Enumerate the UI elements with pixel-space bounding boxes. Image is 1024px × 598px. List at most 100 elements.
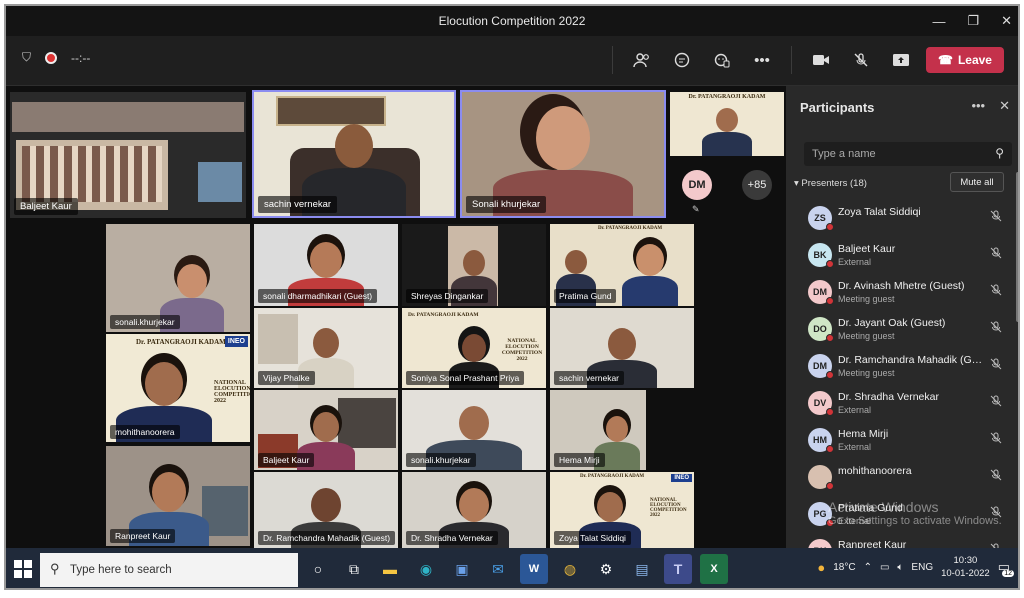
file-explorer-icon[interactable]: ▬ — [376, 554, 404, 584]
banner-title: Dr. PATANGRAOJI KADAM — [597, 226, 663, 231]
avatar-initials: DO — [813, 324, 827, 334]
leave-button[interactable]: ☎ Leave — [926, 47, 1004, 73]
mic-muted-icon[interactable] — [990, 395, 1002, 410]
chevron-up-icon[interactable]: ⌃ — [864, 562, 872, 573]
windows-start-icon[interactable] — [14, 560, 32, 578]
divider — [612, 46, 613, 74]
mic-muted-icon[interactable] — [990, 358, 1002, 373]
video-tile[interactable]: sonali.khurjekar — [106, 224, 250, 332]
mail-icon[interactable]: ✉ — [484, 554, 512, 584]
notifications-icon[interactable]: ▭ 12 — [998, 559, 1014, 577]
participant-row[interactable]: ZS Zoya Talat Siddiqi — [786, 200, 1018, 237]
video-tile[interactable]: Dr. Shradha Vernekar — [402, 472, 546, 548]
banner-title: Dr. PATANGRAOJI KADAM — [136, 338, 226, 346]
taskbar-search-input[interactable]: ⚲ Type here to search — [40, 553, 298, 587]
video-tile[interactable]: Dr. PATANGRAOJI KADAM NATIONAL ELOCUTION… — [402, 308, 546, 388]
overflow-count[interactable]: +85 — [742, 170, 772, 200]
mic-muted-icon[interactable] — [990, 284, 1002, 299]
tile-name: Shreyas Dingankar — [406, 289, 489, 303]
video-tile[interactable]: Dr. PATANGRAOJI KADAM Pratima Gund — [550, 224, 694, 306]
close-window-icon[interactable]: ✕ — [1001, 13, 1012, 29]
mute-all-button[interactable]: Mute all — [950, 172, 1004, 192]
video-tile[interactable]: Ranpreet Kaur — [106, 446, 250, 546]
banner-small-title: Dr. PATANGRAOJI KADAM — [688, 94, 766, 100]
video-tile-screen-share[interactable]: Baljeet Kaur — [10, 92, 246, 218]
mic-muted-icon[interactable] — [990, 432, 1002, 447]
camera-icon[interactable] — [806, 45, 836, 75]
video-tile[interactable]: Vijay Phalke — [254, 308, 398, 388]
video-tile-banner-small[interactable]: Dr. PATANGRAOJI KADAM — [670, 92, 784, 156]
participant-role: External — [838, 405, 872, 415]
minimize-icon[interactable]: — — [932, 14, 945, 29]
cortana-icon[interactable]: ○ — [304, 554, 332, 584]
video-tile[interactable]: sonali dharmadhikari (Guest) — [254, 224, 398, 306]
participant-search-input[interactable]: Type a name ⚲ — [804, 142, 1012, 166]
weather-icon: ● — [817, 559, 826, 575]
excel-icon[interactable]: X — [700, 554, 728, 584]
mic-muted-icon[interactable] — [990, 469, 1002, 484]
participant-row[interactable]: HM Hema Mirji External — [786, 422, 1018, 459]
video-tile[interactable]: Dr. PATANGRAOJI KADAM INEO NATIONAL ELOC… — [106, 334, 250, 442]
video-tile[interactable]: Shreyas Dingankar — [402, 224, 546, 306]
overflow-avatar[interactable]: DM — [682, 170, 712, 200]
mic-muted-icon[interactable] — [990, 247, 1002, 262]
participant-name: mohithanoorera — [838, 465, 912, 477]
word-icon[interactable]: W — [520, 554, 548, 584]
presenters-label: Presenters (18) — [801, 178, 867, 189]
video-tile[interactable]: Dr. PATANGRAOJI KADAM INEO NATIONAL ELOC… — [550, 472, 694, 548]
temperature[interactable]: 18°C — [833, 562, 855, 573]
participant-name: Dr. Jayant Oak (Guest) — [838, 317, 946, 329]
taskbar-clock[interactable]: 10:30 10-01-2022 — [941, 554, 990, 580]
more-options-icon[interactable]: ••• — [971, 98, 985, 114]
mic-muted-icon[interactable] — [990, 321, 1002, 336]
leave-label: Leave — [957, 53, 992, 67]
teams-icon[interactable]: T — [664, 554, 692, 584]
task-view-icon[interactable]: ⧉ — [340, 554, 368, 584]
reactions-icon[interactable] — [707, 45, 737, 75]
participant-row[interactable]: DV Dr. Shradha Vernekar External — [786, 385, 1018, 422]
participant-row[interactable]: DM Dr. Ramchandra Mahadik (Gu... Meeting g… — [786, 348, 1018, 385]
remote-desktop-icon[interactable]: ▤ — [628, 554, 656, 584]
chat-icon[interactable] — [667, 45, 697, 75]
network-icon[interactable]: ▭ — [880, 562, 889, 573]
participant-row[interactable]: BK Baljeet Kaur External — [786, 237, 1018, 274]
avatar-initials: DM — [813, 361, 827, 371]
volume-icon[interactable]: 🔈︎ — [897, 562, 903, 573]
video-tile[interactable]: sachin vernekar — [550, 308, 694, 388]
participant-row[interactable]: DO Dr. Jayant Oak (Guest) Meeting guest — [786, 311, 1018, 348]
more-options-icon[interactable]: ••• — [747, 45, 777, 75]
participant-row[interactable]: DM Dr. Avinash Mhetre (Guest) Meeting gues… — [786, 274, 1018, 311]
presenters-group-toggle[interactable]: ▾ Presenters (18) — [794, 178, 867, 189]
video-tile[interactable]: Dr. Ramchandra Mahadik (Guest) — [254, 472, 398, 548]
participant-role: Meeting guest — [838, 294, 895, 304]
tile-name: Baljeet Kaur — [14, 198, 78, 215]
participant-row[interactable]: RK Ranpreet Kaur — [786, 533, 1018, 548]
video-tile[interactable]: sonali.khurjekar — [402, 390, 546, 470]
video-tile[interactable]: Hema Mirji — [550, 390, 646, 470]
video-tile-speaker-2[interactable]: Sonali khurjekar — [460, 90, 666, 218]
edge-icon[interactable]: ◉ — [412, 554, 440, 584]
share-screen-icon[interactable] — [886, 45, 916, 75]
windows-taskbar: ⚲ Type here to search ○ ⧉ ▬ ◉ ▣ ✉ W ◍ ⚙ … — [6, 548, 1018, 588]
settings-icon[interactable]: ⚙ — [592, 554, 620, 584]
video-tile[interactable]: Baljeet Kaur — [254, 390, 398, 470]
tile-name: Dr. Shradha Vernekar — [406, 531, 498, 545]
participant-name: Dr. Shradha Vernekar — [838, 391, 939, 403]
mic-muted-icon[interactable] — [990, 210, 1002, 225]
banner-title: Dr. PATANGRAOJI KADAM — [408, 312, 479, 318]
watermark-title: Activate Windows — [828, 499, 939, 515]
language-indicator[interactable]: ENG — [911, 562, 933, 573]
participant-row[interactable]: mohithanoorera — [786, 459, 1018, 496]
chrome-icon[interactable]: ◍ — [556, 554, 584, 584]
mic-muted-icon[interactable] — [846, 45, 876, 75]
participant-list: ZS Zoya Talat Siddiqi BK Baljeet Kaur Extern… — [786, 200, 1018, 548]
window-titlebar: Elocution Competition 2022 — ❐ ✕ — [6, 6, 1018, 36]
close-panel-icon[interactable]: ✕ — [999, 98, 1010, 114]
store-icon[interactable]: ▣ — [448, 554, 476, 584]
meeting-toolbar: ⛉ --:-- ••• ☎ Leave — [6, 36, 1018, 86]
tile-name: sonali dharmadhikari (Guest) — [258, 289, 378, 303]
maximize-icon[interactable]: ❐ — [967, 13, 979, 29]
participants-icon[interactable] — [627, 45, 657, 75]
meeting-status: ⛉ --:-- — [22, 50, 90, 65]
video-tile-speaker-1[interactable]: sachin vernekar — [252, 90, 456, 218]
